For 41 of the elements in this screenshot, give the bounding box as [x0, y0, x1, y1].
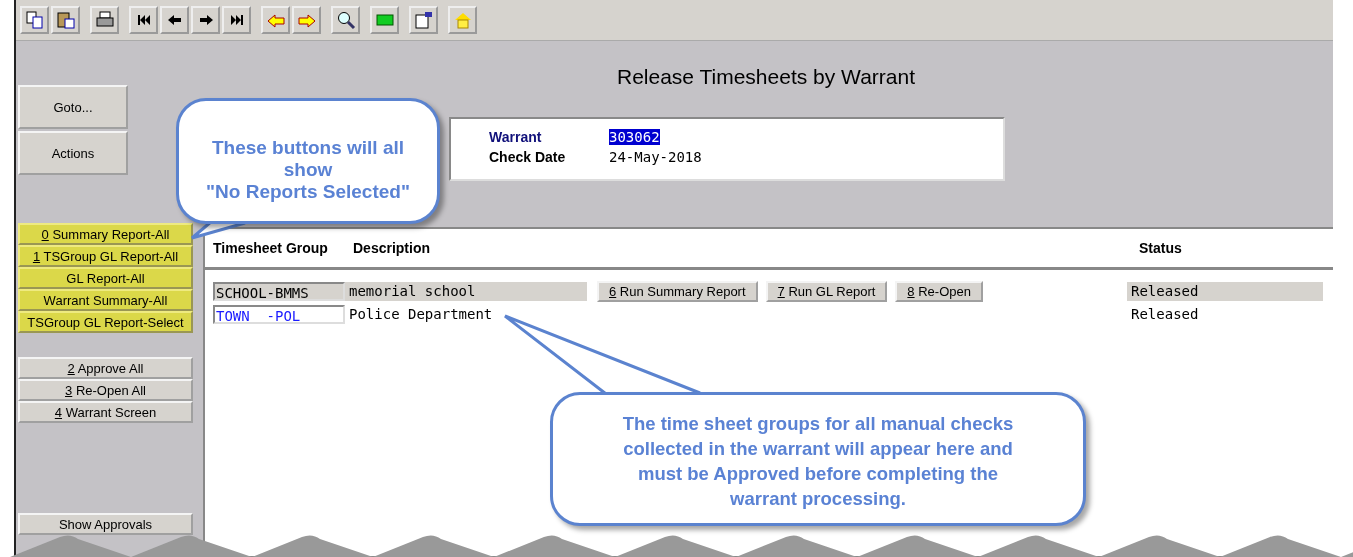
show-approvals-button[interactable]: Show Approvals [18, 513, 193, 535]
toolbar-button[interactable] [90, 6, 119, 34]
group-field[interactable]: TOWN -POL [213, 305, 345, 324]
toolbar-button[interactable] [409, 6, 438, 34]
report-button[interactable]: 0 Summary Report-All [18, 223, 193, 245]
callout-text: These buttons will all show "No Reports Selected" [176, 98, 440, 224]
description-cell: memorial school [345, 282, 587, 301]
row-button[interactable]: 6 Run Summary Report [597, 281, 758, 302]
report-button[interactable]: GL Report-All [18, 267, 193, 289]
copy-icon [24, 10, 45, 30]
status-cell: Released [1127, 282, 1323, 301]
report-button[interactable]: Warrant Summary-All [18, 289, 193, 311]
toolbar-button[interactable] [331, 6, 360, 34]
callout-text: The time sheet groups for all manual checks collected in the warrant will appear here and must be Approved before completing the warrant processing. [550, 392, 1086, 526]
toolbar-button[interactable] [191, 6, 220, 34]
action-button[interactable]: 3 Re-Open All [18, 379, 193, 401]
row-button[interactable]: 8 Re-Open [895, 281, 983, 302]
action-button[interactable]: 4 Warrant Screen [18, 401, 193, 423]
column-header: Timesheet Group [212, 240, 329, 256]
search-icon [335, 10, 356, 30]
check-date-label: Check Date [489, 149, 567, 165]
report-button[interactable]: 1 TSGroup GL Report-All [18, 245, 193, 267]
side-button[interactable]: Actions [18, 131, 128, 175]
toolbar-button[interactable] [222, 6, 251, 34]
group-field[interactable]: SCHOOL-BMMS [213, 282, 345, 301]
form-icon [413, 10, 434, 30]
side-button[interactable]: Goto... [18, 85, 128, 129]
action-button[interactable]: 2 Approve All [18, 357, 193, 379]
column-header: Description [353, 240, 431, 256]
check-date-value: 24-May-2018 [609, 149, 702, 165]
report-button[interactable]: TSGroup GL Report-Select [18, 311, 193, 333]
toolbar-button[interactable] [129, 6, 158, 34]
toolbar-button[interactable] [51, 6, 80, 34]
paste-icon [55, 10, 76, 30]
row-button[interactable]: 7 Run GL Report [765, 281, 888, 302]
window-title: Release Timesheets by Warrant [616, 65, 916, 90]
column-header: Status [1139, 240, 1183, 256]
printer-icon [94, 10, 115, 30]
warrant-label: Warrant [489, 129, 543, 145]
warrant-field[interactable]: 303062 [609, 129, 660, 145]
toolbar-button[interactable] [160, 6, 189, 34]
